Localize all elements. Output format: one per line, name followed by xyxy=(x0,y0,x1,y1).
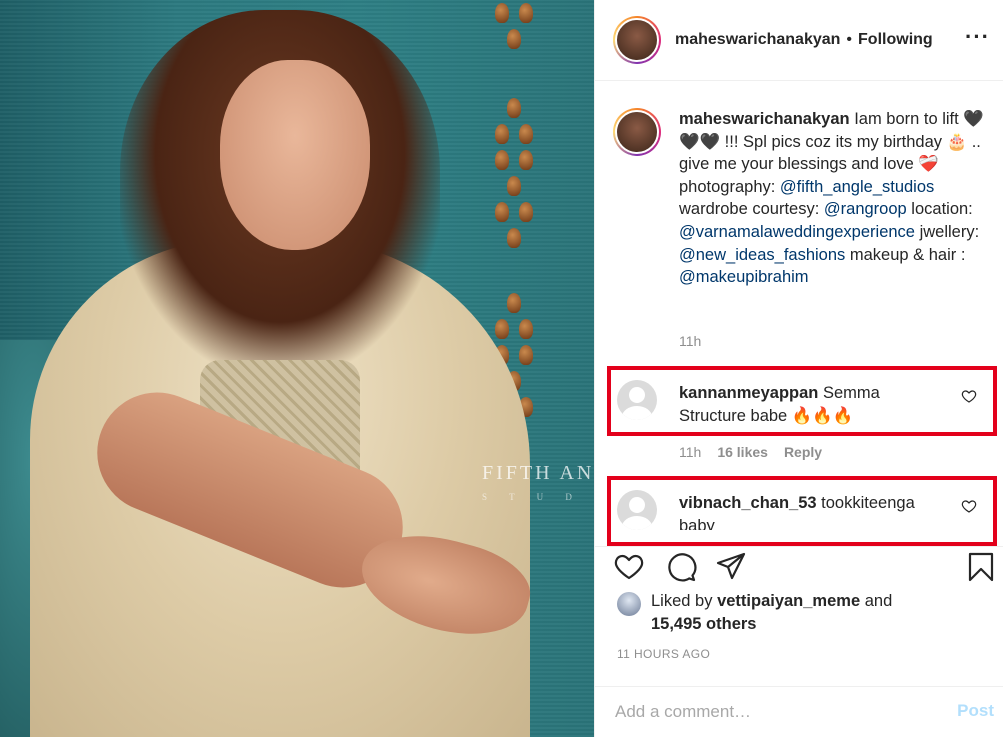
caption-text-segment: location: xyxy=(906,200,973,219)
likes-text: Liked by vettipaiyan_meme and 15,495 oth… xyxy=(651,590,892,635)
following-button[interactable]: Following xyxy=(858,31,933,49)
more-horizontal-icon[interactable]: ··· xyxy=(965,26,990,48)
photo-wall-ornament xyxy=(490,0,538,52)
caption-author-avatar[interactable] xyxy=(613,108,661,156)
likes-summary: Liked by vettipaiyan_meme and 15,495 oth… xyxy=(617,590,892,635)
caption-text-segment: jwellery: xyxy=(914,222,980,241)
likes-others-count[interactable]: 15,495 others xyxy=(651,615,756,633)
add-comment-input[interactable] xyxy=(615,699,915,725)
mention-link[interactable]: @varnamalaweddingexperience xyxy=(679,223,915,241)
mention-link[interactable]: @fifth_angle_studios xyxy=(780,178,934,196)
add-comment-bar: Post xyxy=(595,686,1003,737)
photo-watermark-sub: S T U D xyxy=(482,492,582,502)
post-caption: maheswarichanakyan Iam born to lift 🖤🖤🖤 … xyxy=(613,108,993,289)
mention-link[interactable]: @new_ideas_fashions xyxy=(679,246,845,264)
mention-link[interactable]: @rangroop xyxy=(824,200,907,218)
post-timestamp[interactable]: 11 HOURS AGO xyxy=(617,647,710,661)
bookmark-icon[interactable] xyxy=(965,551,997,583)
liker-avatar[interactable] xyxy=(617,592,641,616)
comment-meta: 11h 16 likes Reply xyxy=(679,444,822,460)
post-photo[interactable]: FIFTH ANG S T U D xyxy=(0,0,594,737)
comment-reply-button[interactable]: Reply xyxy=(784,444,822,460)
header-separator: • xyxy=(846,31,853,48)
comment-icon[interactable] xyxy=(665,551,697,583)
heart-icon[interactable] xyxy=(613,551,645,583)
author-username[interactable]: maheswarichanakyan xyxy=(675,31,840,49)
caption-timestamp[interactable]: 11h xyxy=(679,333,701,349)
caption-username[interactable]: maheswarichanakyan xyxy=(679,110,850,128)
author-avatar[interactable] xyxy=(613,16,661,64)
liker-username[interactable]: vettipaiyan_meme xyxy=(717,592,860,610)
comment-likes-count[interactable]: 16 likes xyxy=(717,444,768,460)
post-header: maheswarichanakyan • Following ··· xyxy=(595,0,1003,81)
post-side-panel: maheswarichanakyan • Following ··· mahes… xyxy=(594,0,1003,737)
post-action-bar xyxy=(595,546,1003,586)
caption-text-segment: wardrobe courtesy: xyxy=(679,200,824,219)
send-icon[interactable] xyxy=(715,551,747,583)
likes-and: and xyxy=(864,592,893,610)
comment-timestamp[interactable]: 11h xyxy=(679,444,701,460)
highlight-box xyxy=(607,366,997,436)
highlight-box xyxy=(607,476,997,546)
photo-face xyxy=(220,60,370,250)
likes-prefix: Liked by xyxy=(651,592,713,610)
photo-wall-ornament xyxy=(490,95,538,251)
photo-watermark: FIFTH ANG xyxy=(482,462,594,484)
caption-text: maheswarichanakyan Iam born to lift 🖤🖤🖤 … xyxy=(679,108,989,289)
mention-link[interactable]: @makeupibrahim xyxy=(679,268,809,286)
caption-text-segment: makeup & hair : xyxy=(845,245,966,264)
post-comment-button[interactable]: Post xyxy=(957,701,994,721)
